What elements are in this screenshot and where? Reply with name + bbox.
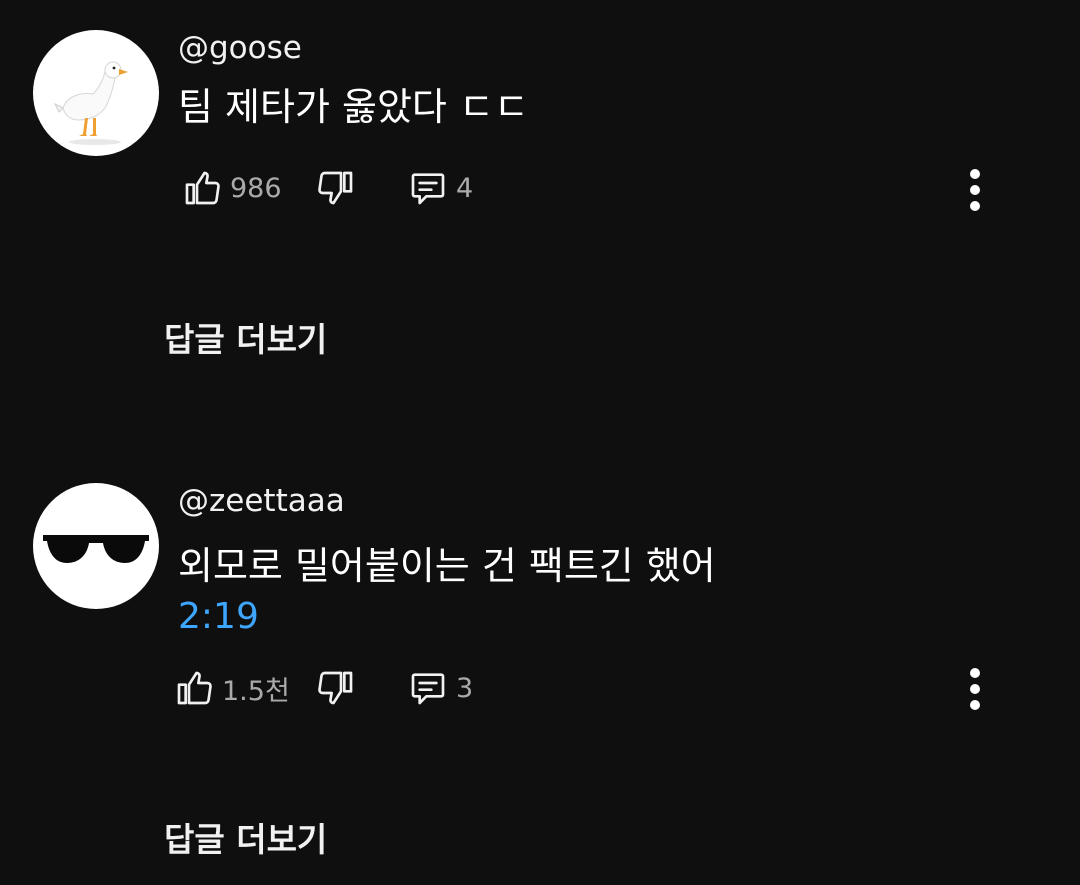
thumbs-down-icon (318, 171, 353, 205)
more-options-button[interactable] (955, 165, 995, 215)
reply-button[interactable]: 4 (408, 163, 473, 213)
comment-text: 외모로 밀어붙이는 건 팩트긴 했어 (178, 544, 716, 588)
dislike-button[interactable] (316, 663, 356, 713)
thumbs-up-icon (177, 671, 212, 705)
avatar[interactable] (33, 483, 159, 609)
comment-author[interactable]: @goose (178, 30, 302, 66)
more-dot (970, 185, 980, 195)
like-count: 1.5천 (222, 675, 290, 707)
duck-icon (53, 61, 128, 145)
comment-actions: 1.5천 3 (177, 663, 498, 713)
avatar[interactable] (33, 30, 159, 156)
timestamp-link[interactable]: 2:19 (178, 596, 259, 638)
thumbs-up-icon (185, 171, 220, 205)
thumbs-down-icon (318, 671, 353, 705)
dislike-button[interactable] (316, 163, 356, 213)
comment-author[interactable]: @zeettaaa (178, 483, 345, 519)
view-replies-button[interactable]: 답글 더보기 (164, 320, 327, 360)
view-replies-button[interactable]: 답글 더보기 (164, 820, 327, 860)
comment-icon (411, 673, 445, 705)
more-dot (970, 684, 980, 694)
more-options-button[interactable] (955, 664, 995, 714)
reply-count: 3 (456, 672, 474, 704)
like-button[interactable]: 1.5천 (174, 663, 290, 713)
comment-text: 팀 제타가 옳았다 ㄷㄷ (178, 85, 529, 129)
more-dot (970, 700, 980, 710)
more-dot (970, 201, 980, 211)
comment-icon (411, 173, 445, 205)
more-dot (970, 668, 980, 678)
more-dot (970, 169, 980, 179)
like-button[interactable]: 986 (182, 163, 282, 213)
reply-button[interactable]: 3 (408, 663, 473, 713)
like-count: 986 (230, 172, 282, 204)
sunglasses-icon (43, 535, 149, 563)
reply-count: 4 (456, 172, 474, 204)
comment-actions: 986 4 (178, 163, 498, 213)
